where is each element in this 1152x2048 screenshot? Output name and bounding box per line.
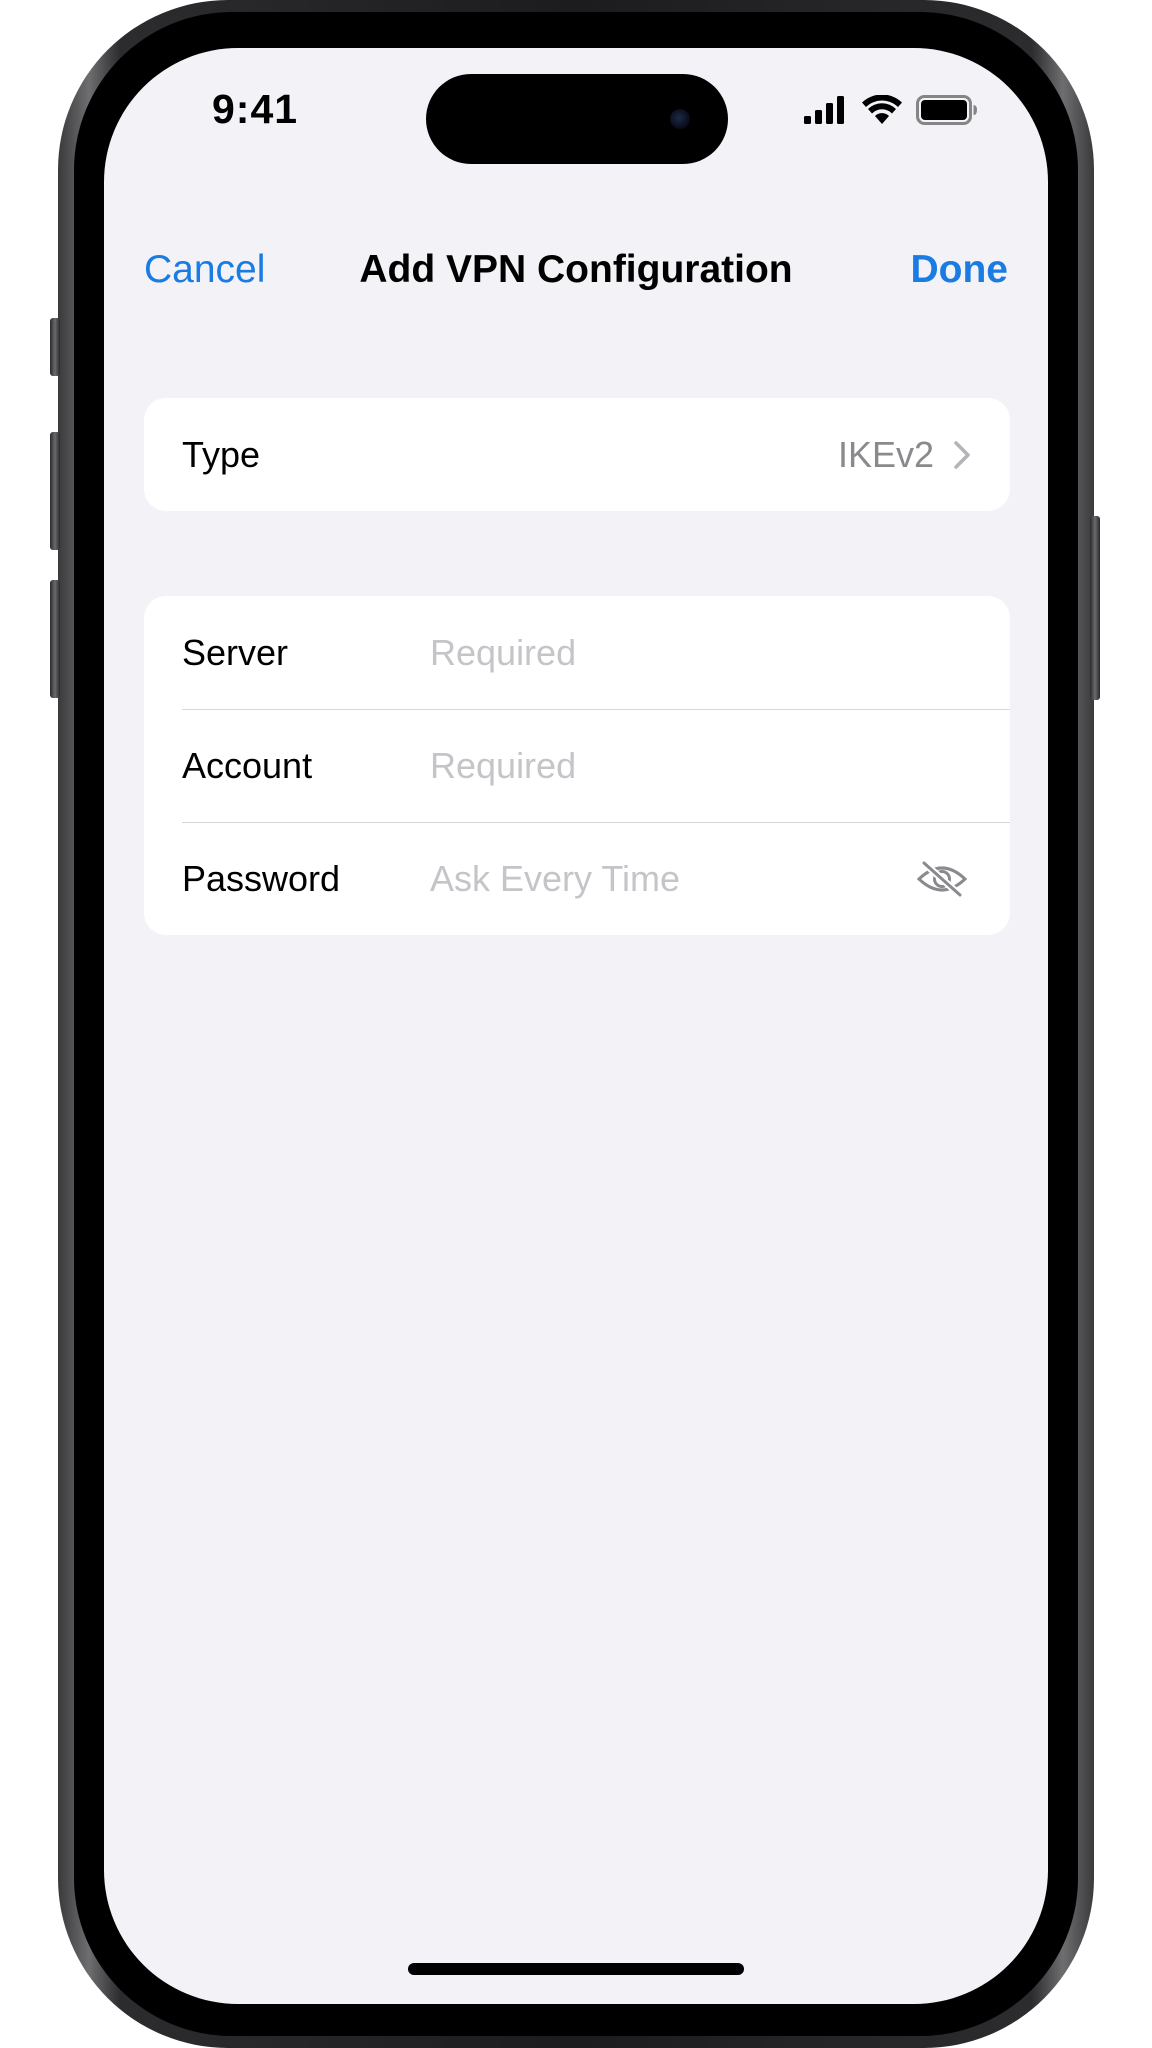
password-label: Password xyxy=(182,857,341,899)
server-label: Server xyxy=(182,631,289,673)
password-input[interactable]: Ask Every Time xyxy=(430,858,680,900)
screen: 9:41 Add VPN Configuration Cancel Done T… xyxy=(104,48,1048,2004)
status-icons xyxy=(804,92,978,128)
cancel-button[interactable]: Cancel xyxy=(144,248,265,292)
power-button xyxy=(1090,516,1100,700)
password-row: Password Ask Every Time xyxy=(144,822,1010,935)
status-time: 9:41 xyxy=(212,86,299,132)
camera-icon xyxy=(670,109,690,129)
type-value: IKEv2 xyxy=(837,433,934,475)
type-row[interactable]: Type IKEv2 xyxy=(144,398,1010,511)
chevron-right-icon xyxy=(954,440,970,469)
signal-icon xyxy=(804,96,844,124)
wifi-icon xyxy=(862,95,902,124)
credentials-group: Server Required Account Required Passwor… xyxy=(144,596,1010,935)
done-button[interactable]: Done xyxy=(911,248,1009,292)
account-input[interactable]: Required xyxy=(430,745,576,787)
eye-slash-icon[interactable] xyxy=(916,859,968,899)
server-row: Server Required xyxy=(144,596,1010,709)
volume-down-button xyxy=(50,580,60,698)
type-label: Type xyxy=(182,433,261,475)
volume-up-button xyxy=(50,432,60,550)
dynamic-island xyxy=(426,74,728,164)
home-indicator[interactable] xyxy=(408,1963,744,1975)
server-input[interactable]: Required xyxy=(430,632,576,674)
battery-icon xyxy=(916,95,977,125)
account-row: Account Required xyxy=(144,709,1010,822)
type-group: Type IKEv2 xyxy=(144,398,1010,511)
navigation-bar: Add VPN Configuration Cancel Done xyxy=(104,198,1048,291)
account-label: Account xyxy=(182,744,313,786)
action-button xyxy=(50,318,60,376)
